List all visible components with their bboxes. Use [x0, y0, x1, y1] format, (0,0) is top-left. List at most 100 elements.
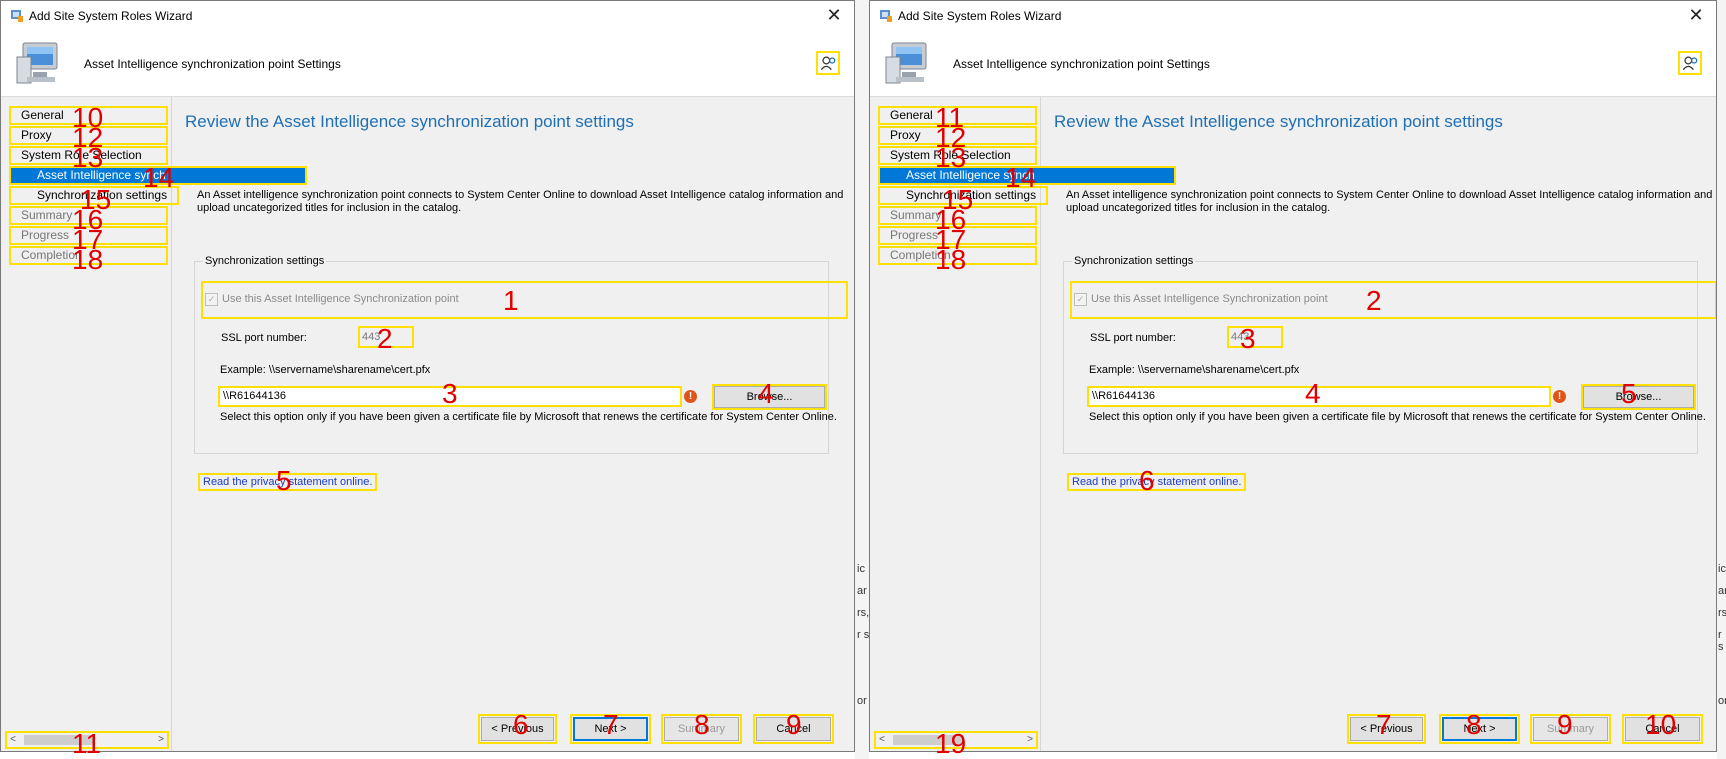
ssl-port-field[interactable]: 443 [1227, 326, 1283, 348]
page-title: Review the Asset Intelligence synchroniz… [185, 112, 634, 131]
browse-button[interactable]: Browse... [712, 384, 827, 410]
nav-item-label: Proxy [890, 128, 921, 142]
nav-item-general[interactable]: General [9, 106, 168, 125]
computer-icon [16, 42, 58, 84]
title-bar[interactable]: Add Site System Roles Wizard ✕ [1, 1, 854, 31]
nav-item-label: Synchronization settings [37, 188, 168, 202]
close-icon[interactable]: ✕ [1686, 5, 1706, 25]
checkmark-icon: ✓ [1074, 293, 1087, 306]
background-text: or [1718, 695, 1726, 707]
description: An Asset intelligence synchronization po… [1066, 189, 1713, 214]
scrollbar-thumb[interactable] [893, 735, 963, 745]
page-title: Review the Asset Intelligence synchroniz… [1054, 112, 1503, 131]
background-text: ic [1718, 563, 1726, 575]
nav-item-label: Asset Intelligence synch [37, 168, 166, 182]
wizard-window-1: Add Site System Roles Wizard ✕ Asset Int… [0, 0, 855, 752]
background-text: rs, [857, 607, 870, 619]
nav-item-label: Completion [890, 248, 951, 262]
use-sync-point-checkbox[interactable]: ✓ Use this Asset Intelligence Synchroniz… [201, 281, 848, 319]
background-text: ar [1718, 585, 1726, 597]
nav-item-label: Asset Intelligence synch [906, 168, 1035, 182]
nav-item-label: Progress [21, 228, 70, 242]
window-title: Add Site System Roles Wizard [898, 9, 1062, 23]
wizard-content: Review the Asset Intelligence synchroniz… [172, 97, 854, 751]
header-title: Asset Intelligence synchronization point… [84, 57, 341, 71]
nav-item-progress[interactable]: Progress [878, 226, 1037, 245]
background-text: ic [857, 563, 865, 575]
nav-horizontal-scrollbar[interactable]: < > [5, 731, 169, 749]
browse-button[interactable]: Browse... [1581, 384, 1696, 410]
nav-item-general[interactable]: General [878, 106, 1037, 125]
nav-item-label: Synchronization settings [906, 188, 1037, 202]
group-title: Synchronization settings [1072, 255, 1196, 267]
next-button[interactable]: Next > [1439, 714, 1520, 744]
background-text: ar [857, 585, 867, 597]
wizard-app-icon [880, 10, 892, 22]
scroll-left-icon[interactable]: < [875, 732, 889, 748]
nav-item-summary[interactable]: Summary [9, 206, 168, 225]
window-title: Add Site System Roles Wizard [29, 9, 193, 23]
cancel-button[interactable]: Cancel [753, 714, 834, 744]
certificate-path-input[interactable]: \\R61644136 [218, 386, 682, 407]
wizard-nav-panel: General Proxy System Role Selection Asse… [870, 97, 1176, 751]
nav-item-label: Completion [21, 248, 82, 262]
nav-item-label: General [890, 108, 933, 122]
privacy-statement-link[interactable]: Read the privacy statement online. [197, 473, 378, 491]
nav-item-label: Summary [21, 208, 73, 222]
use-sync-point-checkbox[interactable]: ✓ Use this Asset Intelligence Synchroniz… [1070, 281, 1716, 319]
nav-horizontal-scrollbar[interactable]: < > [874, 731, 1038, 749]
nav-item-progress[interactable]: Progress [9, 226, 168, 245]
scroll-left-icon[interactable]: < [6, 732, 20, 748]
scrollbar-thumb[interactable] [24, 735, 94, 745]
description: An Asset intelligence synchronization po… [197, 189, 844, 214]
nav-item-proxy[interactable]: Proxy [9, 126, 168, 145]
privacy-statement-link[interactable]: Read the privacy statement online. [1066, 473, 1247, 491]
ssl-port-label: SSL port number: [1090, 332, 1176, 344]
background-text: or [857, 695, 867, 707]
nav-item-label: Progress [890, 228, 939, 242]
background-text: r s [1718, 629, 1724, 653]
title-bar[interactable]: Add Site System Roles Wizard ✕ [870, 1, 1716, 31]
nav-item-system-role-selection[interactable]: System Role Selection [9, 146, 168, 165]
wizard-window-2: Add Site System Roles Wizard ✕ Asset Int… [869, 0, 1717, 752]
scroll-right-icon[interactable]: > [1023, 732, 1037, 748]
header-title: Asset Intelligence synchronization point… [953, 57, 1210, 71]
nav-item-summary[interactable]: Summary [878, 206, 1037, 225]
certificate-help-text: Select this option only if you have been… [220, 411, 837, 423]
checkmark-icon: ✓ [205, 293, 218, 306]
close-icon[interactable]: ✕ [824, 5, 844, 25]
nav-item-system-role-selection[interactable]: System Role Selection [878, 146, 1037, 165]
wizard-app-icon [11, 10, 23, 22]
warning-icon: ! [684, 390, 697, 403]
help-icon[interactable] [1678, 51, 1702, 75]
certificate-help-text: Select this option only if you have been… [1089, 411, 1706, 423]
background-text: r s [857, 629, 870, 641]
help-icon[interactable] [816, 51, 840, 75]
wizard-header: Asset Intelligence synchronization point… [870, 31, 1716, 97]
certificate-path-input[interactable]: \\R61644136 [1087, 386, 1551, 407]
nav-item-proxy[interactable]: Proxy [878, 126, 1037, 145]
background-strip-left [855, 0, 869, 759]
wizard-header: Asset Intelligence synchronization point… [1, 31, 854, 97]
nav-item-synchronization-settings[interactable]: Synchronization settings [878, 186, 1048, 205]
nav-item-label: System Role Selection [890, 148, 1011, 162]
wizard-nav-panel: General Proxy System Role Selection Asse… [1, 97, 307, 751]
next-button[interactable]: Next > [570, 714, 651, 744]
cancel-button[interactable]: Cancel [1622, 714, 1703, 744]
nav-item-label: System Role Selection [21, 148, 142, 162]
summary-button[interactable]: Summary [661, 714, 742, 744]
nav-item-synchronization-settings[interactable]: Synchronization settings [9, 186, 179, 205]
example-path: Example: \\servername\sharename\cert.pfx [1089, 364, 1300, 376]
nav-item-completion[interactable]: Completion [9, 246, 168, 265]
ssl-port-field[interactable]: 443 [358, 326, 414, 348]
summary-button[interactable]: Summary [1530, 714, 1611, 744]
computer-icon [885, 42, 927, 84]
scroll-right-icon[interactable]: > [154, 732, 168, 748]
nav-item-label: Proxy [21, 128, 52, 142]
group-title: Synchronization settings [203, 255, 327, 267]
use-sync-point-label: Use this Asset Intelligence Synchronizat… [222, 293, 459, 305]
nav-item-completion[interactable]: Completion [878, 246, 1037, 265]
previous-button[interactable]: < Previous [478, 714, 557, 744]
use-sync-point-label: Use this Asset Intelligence Synchronizat… [1091, 293, 1328, 305]
previous-button[interactable]: < Previous [1347, 714, 1426, 744]
